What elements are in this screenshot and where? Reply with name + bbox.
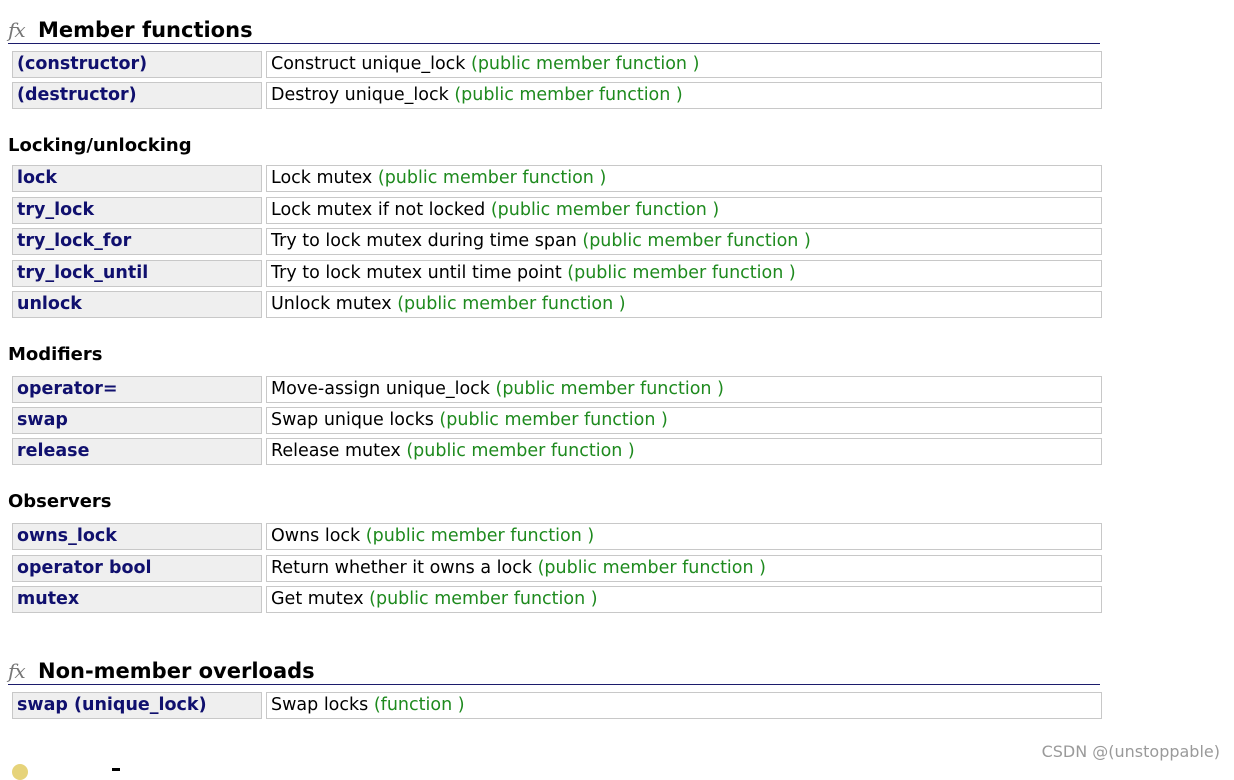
function-description: Try to lock mutex during time span (publ… [266, 228, 1102, 255]
cropped-heading-fragment [112, 768, 120, 771]
function-description: Lock mutex (public member function ) [266, 165, 1102, 192]
csdn-watermark: CSDN @(unstoppable) [1041, 742, 1220, 761]
function-kind: (public member function ) [369, 589, 598, 609]
member-functions-title: Member functions [38, 18, 253, 42]
example-section-icon [12, 764, 28, 780]
function-description: Get mutex (public member function ) [266, 586, 1102, 613]
function-kind: (public member function ) [471, 54, 700, 74]
table-row: release Release mutex (public member fun… [12, 438, 1102, 465]
fx-function-icon: fx [8, 18, 26, 42]
non-member-overloads-header: fx Non-member overloads [8, 637, 1100, 685]
function-link-swap[interactable]: swap [12, 407, 262, 434]
function-link-operator-bool[interactable]: operator bool [12, 555, 262, 582]
function-link-try-lock-until[interactable]: try_lock_until [12, 260, 262, 287]
function-link-constructor[interactable]: (constructor) [12, 51, 262, 78]
function-kind: (public member function ) [365, 526, 595, 546]
function-kind: (public member function ) [406, 441, 635, 461]
function-link-mutex[interactable]: mutex [12, 586, 262, 613]
fx-function-icon: fx [8, 659, 26, 683]
table-row: owns_lock Owns lock (public member funct… [12, 523, 1102, 550]
function-description: Swap locks (function ) [266, 692, 1102, 719]
function-link-unlock[interactable]: unlock [12, 291, 262, 318]
group-title-observers: Observers [8, 491, 112, 512]
function-description: Release mutex (public member function ) [266, 438, 1102, 465]
non-member-table: swap (unique_lock) Swap locks (function … [8, 692, 1106, 719]
function-kind: (public member function ) [495, 379, 724, 399]
function-kind: (public member function ) [397, 294, 626, 314]
function-kind: (public member function ) [439, 410, 668, 430]
table-row: try_lock_until Try to lock mutex until t… [12, 260, 1102, 287]
function-link-release[interactable]: release [12, 438, 262, 465]
function-kind: (public member function ) [582, 231, 811, 251]
function-description: Construct unique_lock (public member fun… [266, 51, 1102, 78]
member-functions-table: (constructor) Construct unique_lock (pub… [8, 51, 1106, 109]
page-root: { "member_functions": { "icon": "fx", "t… [0, 0, 1234, 780]
function-link-try-lock-for[interactable]: try_lock_for [12, 228, 262, 255]
group-title-locking: Locking/unlocking [8, 135, 192, 156]
function-kind: (public member function ) [567, 263, 796, 283]
function-description: Return whether it owns a lock (public me… [266, 555, 1102, 582]
table-row: swap (unique_lock) Swap locks (function … [12, 692, 1102, 719]
table-row: operator= Move-assign unique_lock (publi… [12, 376, 1102, 403]
locking-table: lock Lock mutex (public member function … [8, 165, 1106, 318]
function-link-swap-unique-lock[interactable]: swap (unique_lock) [12, 692, 262, 719]
function-link-try-lock[interactable]: try_lock [12, 197, 262, 224]
table-row: operator bool Return whether it owns a l… [12, 555, 1102, 582]
function-description: Unlock mutex (public member function ) [266, 291, 1102, 318]
function-link-operator-assign[interactable]: operator= [12, 376, 262, 403]
function-description: Try to lock mutex until time point (publ… [266, 260, 1102, 287]
non-member-overloads-title: Non-member overloads [38, 659, 315, 683]
function-kind: (function ) [373, 695, 465, 715]
function-kind: (public member function ) [490, 200, 720, 220]
function-description: Move-assign unique_lock (public member f… [266, 376, 1102, 403]
function-kind: (public member function ) [454, 85, 683, 105]
group-title-modifiers: Modifiers [8, 344, 103, 365]
function-description: Owns lock (public member function ) [266, 523, 1102, 550]
table-row: unlock Unlock mutex (public member funct… [12, 291, 1102, 318]
table-row: mutex Get mutex (public member function … [12, 586, 1102, 613]
function-link-destructor[interactable]: (destructor) [12, 82, 262, 109]
table-row: try_lock Lock mutex if not locked (publi… [12, 197, 1102, 224]
modifiers-table: operator= Move-assign unique_lock (publi… [8, 376, 1106, 465]
function-description: Lock mutex if not locked (public member … [266, 197, 1102, 224]
table-row: try_lock_for Try to lock mutex during ti… [12, 228, 1102, 255]
table-row: lock Lock mutex (public member function … [12, 165, 1102, 192]
function-description: Swap unique locks (public member functio… [266, 407, 1102, 434]
observers-table: owns_lock Owns lock (public member funct… [8, 523, 1106, 613]
member-functions-header: fx Member functions [8, 0, 1100, 44]
reference-content: fx Member functions (constructor) Constr… [8, 0, 1106, 719]
function-link-owns-lock[interactable]: owns_lock [12, 523, 262, 550]
function-description: Destroy unique_lock (public member funct… [266, 82, 1102, 109]
table-row: swap Swap unique locks (public member fu… [12, 407, 1102, 434]
function-kind: (public member function ) [377, 168, 607, 188]
table-row: (constructor) Construct unique_lock (pub… [12, 51, 1102, 78]
function-kind: (public member function ) [537, 558, 766, 578]
function-link-lock[interactable]: lock [12, 165, 262, 192]
table-row: (destructor) Destroy unique_lock (public… [12, 82, 1102, 109]
